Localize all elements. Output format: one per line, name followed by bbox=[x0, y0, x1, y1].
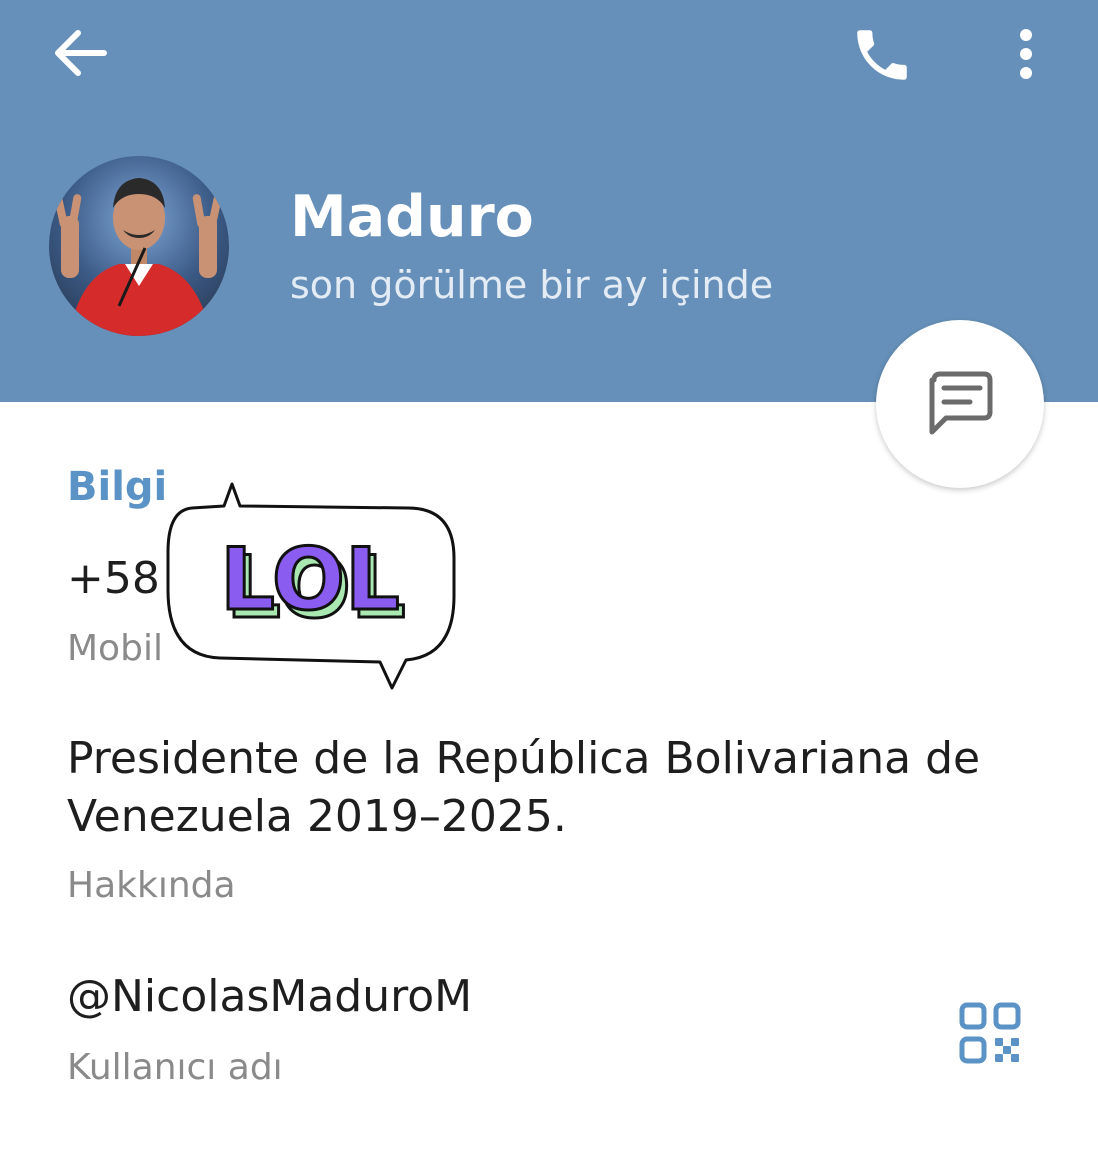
lol-sticker: LOL LOL bbox=[166, 482, 456, 690]
contact-name: Maduro bbox=[290, 184, 534, 250]
more-vertical-icon[interactable] bbox=[1004, 24, 1048, 84]
phone-number[interactable]: +58 bbox=[67, 550, 160, 608]
phone-icon[interactable] bbox=[846, 22, 918, 88]
sticker-text: LOL bbox=[220, 530, 400, 630]
username-label: Kullanıcı adı bbox=[67, 1047, 283, 1088]
qr-code-icon[interactable] bbox=[958, 1001, 1022, 1065]
phone-label: Mobil bbox=[67, 628, 163, 669]
arrow-left-icon[interactable] bbox=[48, 25, 112, 81]
message-icon bbox=[929, 371, 993, 435]
send-message-button[interactable] bbox=[876, 320, 1044, 488]
info-section-title: Bilgi bbox=[67, 464, 168, 510]
bio-text[interactable]: Presidente de la República Bolivariana d… bbox=[67, 730, 1047, 846]
avatar[interactable] bbox=[49, 156, 229, 336]
username-value[interactable]: @NicolasMaduroM bbox=[67, 968, 472, 1026]
last-seen-status: son görülme bir ay içinde bbox=[290, 263, 774, 307]
bio-label: Hakkında bbox=[67, 865, 236, 906]
